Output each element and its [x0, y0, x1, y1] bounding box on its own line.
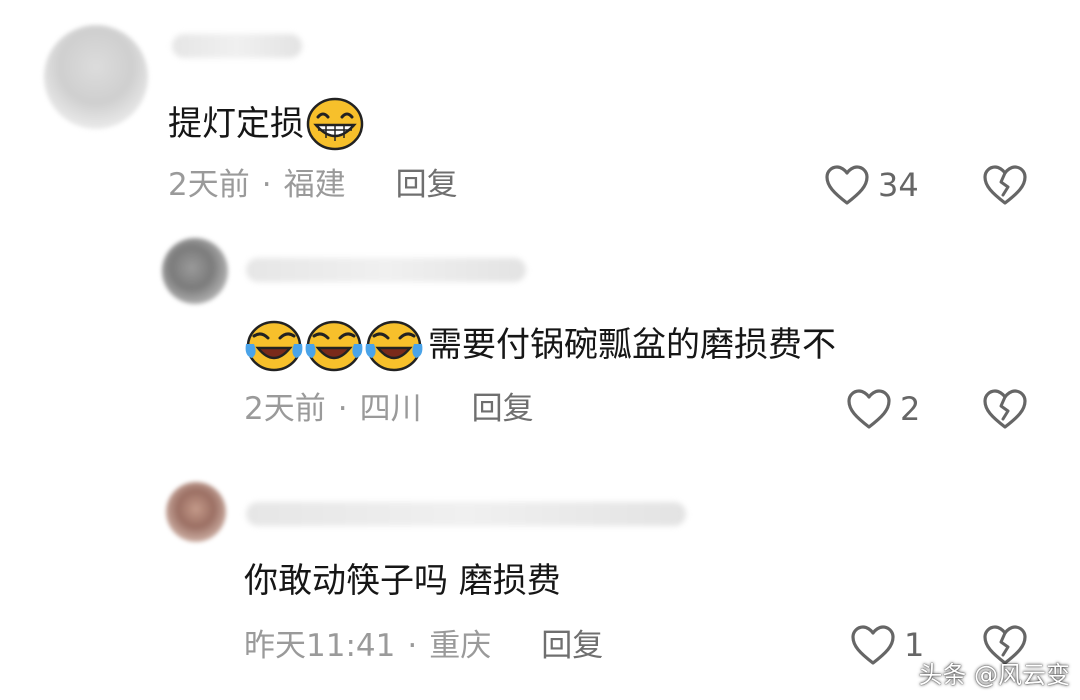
tears-of-joy-icon — [305, 320, 363, 372]
comment-text-content: 你敢动筷子吗 磨损费 — [244, 561, 561, 601]
comment-time: 昨天11:41 — [244, 628, 396, 664]
comment-meta: 2天前 · 四川 回复 — [244, 391, 534, 427]
reply-button[interactable]: 回复 — [396, 167, 458, 203]
comment-text: 你敢动筷子吗 磨损费 — [244, 561, 561, 601]
reply-button[interactable]: 回复 — [541, 628, 603, 664]
avatar[interactable] — [44, 25, 148, 129]
comment-time: 2天前 — [168, 167, 250, 203]
heart-outline-icon — [825, 165, 869, 205]
avatar[interactable] — [162, 238, 228, 304]
comment-location: 重庆 — [429, 628, 492, 664]
comment-text-content: 提灯定损 — [168, 104, 304, 144]
username-blurred[interactable] — [246, 502, 686, 526]
grinning-face-icon — [306, 97, 364, 151]
separator-dot: · — [337, 391, 348, 427]
comment-location: 四川 — [359, 391, 422, 427]
like-count: 34 — [878, 166, 919, 204]
watermark: 头条 @风云变 — [918, 661, 1070, 689]
tears-of-joy-icon — [365, 320, 423, 372]
dislike-button[interactable] — [982, 388, 1028, 434]
like-button[interactable]: 2 — [846, 388, 920, 430]
like-button[interactable]: 1 — [850, 624, 924, 666]
like-count: 2 — [900, 390, 921, 428]
comment-text: 提灯定损 — [168, 97, 364, 151]
separator-dot: · — [261, 167, 272, 203]
comment-text: 需要付锅碗瓢盆的磨损费不 — [244, 318, 836, 372]
comment-location: 福建 — [283, 167, 346, 203]
like-button[interactable]: 34 — [824, 164, 919, 206]
username-blurred[interactable] — [172, 34, 302, 58]
username-blurred[interactable] — [246, 258, 526, 282]
avatar[interactable] — [166, 482, 226, 542]
comment-meta: 昨天11:41 · 重庆 回复 — [244, 628, 603, 664]
broken-heart-icon — [983, 165, 1027, 205]
comment-time: 2天前 — [244, 391, 326, 427]
comment-text-content: 需要付锅碗瓢盆的磨损费不 — [428, 325, 836, 365]
separator-dot: · — [407, 628, 418, 664]
heart-outline-icon — [847, 389, 891, 429]
comment-meta: 2天前 · 福建 回复 — [168, 167, 458, 203]
broken-heart-icon — [983, 389, 1027, 429]
heart-outline-icon — [851, 625, 895, 665]
reply-button[interactable]: 回复 — [472, 391, 534, 427]
dislike-button[interactable] — [982, 164, 1028, 210]
tears-of-joy-icon — [245, 320, 303, 372]
